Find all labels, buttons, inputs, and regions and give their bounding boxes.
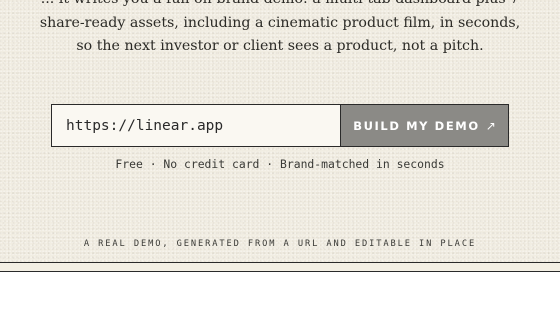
build-demo-label: BUILD MY DEMO	[353, 118, 480, 133]
hero-description: ... it writes you a full on-brand demo: …	[39, 0, 521, 54]
section-divider	[0, 262, 560, 272]
url-input[interactable]: https://linear.app	[52, 105, 340, 146]
arrow-up-right-icon: ↗	[485, 118, 496, 133]
demo-caption: A REAL DEMO, GENERATED FROM A URL AND ED…	[83, 239, 477, 249]
demo-url-form: https://linear.app BUILD MY DEMO ↗	[51, 104, 509, 147]
assurance-text: Free · No credit card · Brand-matched in…	[115, 157, 445, 171]
hero-section: ... it writes you a full on-brand demo: …	[0, 0, 560, 262]
build-demo-button[interactable]: BUILD MY DEMO ↗	[340, 105, 508, 146]
